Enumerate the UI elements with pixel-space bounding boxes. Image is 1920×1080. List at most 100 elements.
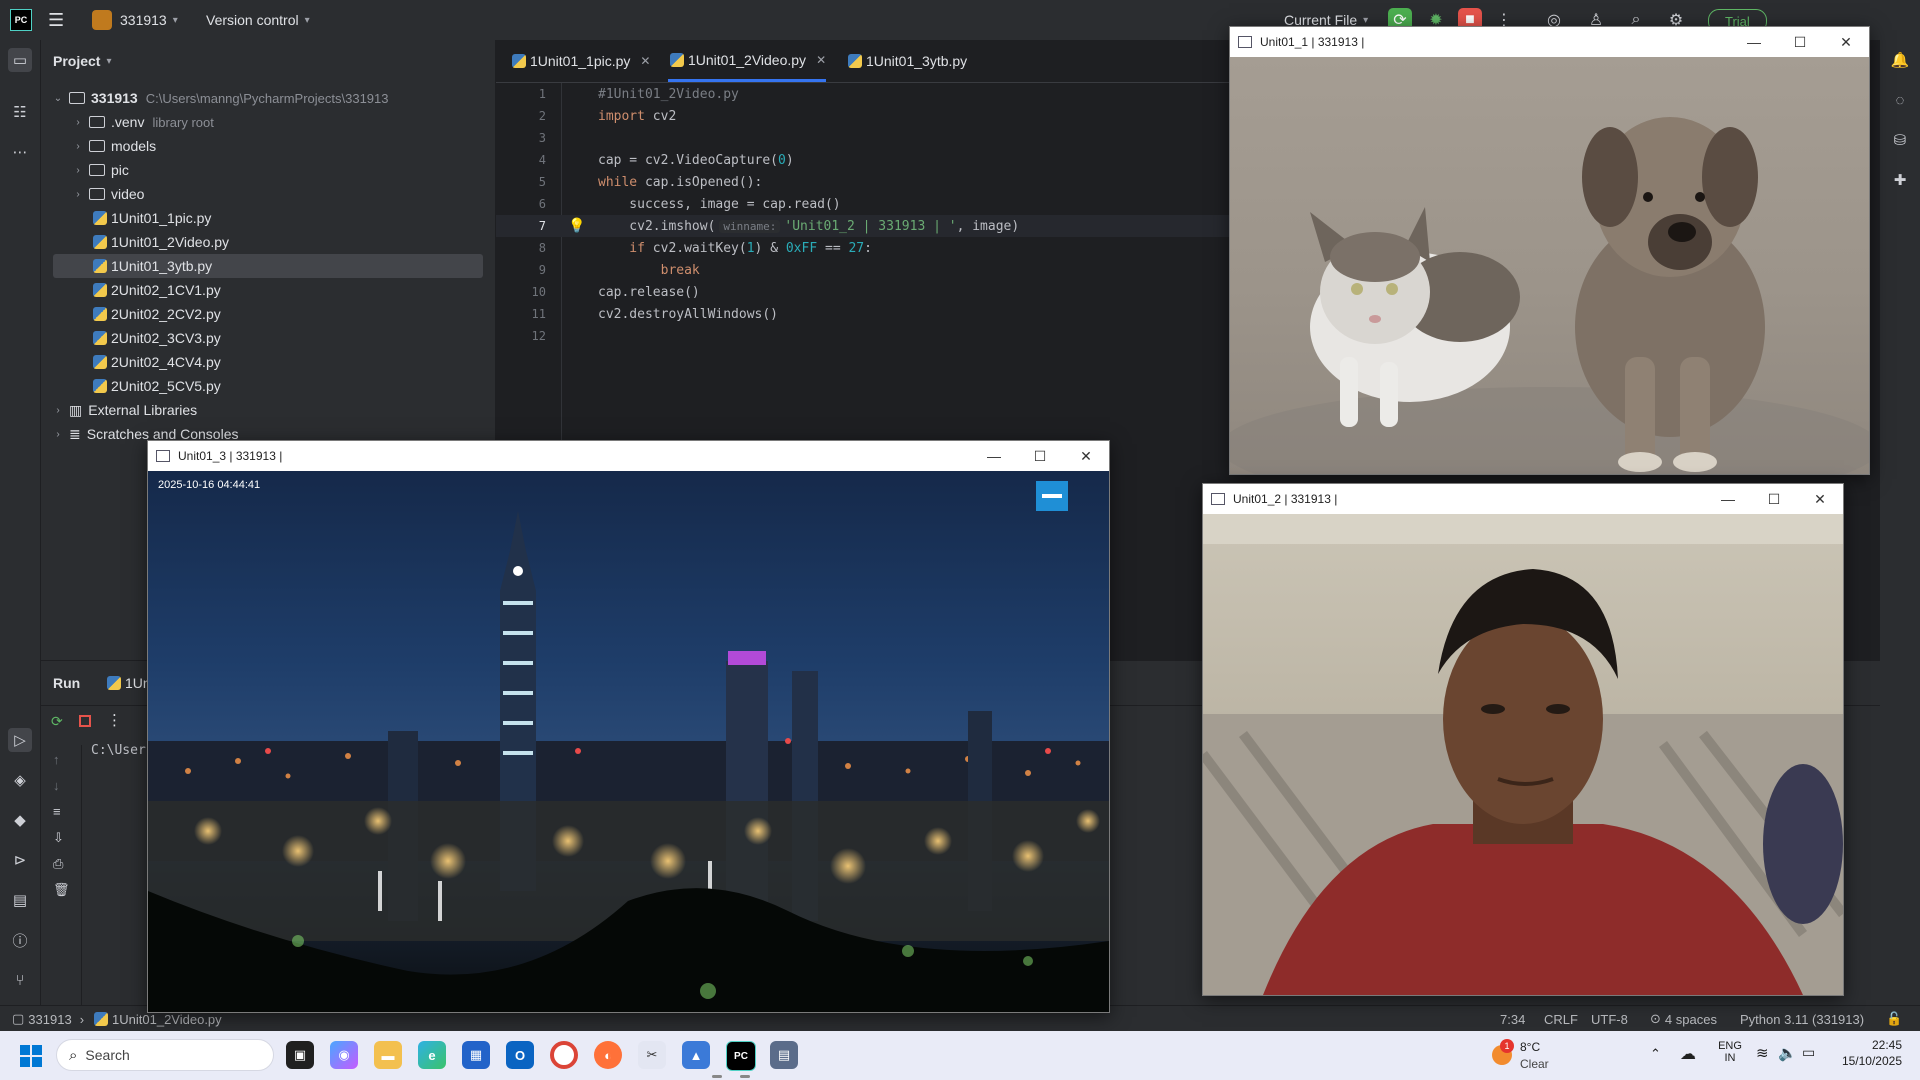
indent-setting[interactable]: ⊙ 4 spaces: [1650, 1006, 1717, 1032]
cv-window-unit01-3[interactable]: Unit01_3 | 331913 | — ☐ ✕ 2025-10-16 04:…: [147, 440, 1110, 1013]
copilot-icon[interactable]: ◉: [330, 1041, 358, 1069]
main-menu-icon[interactable]: ☰: [48, 0, 64, 40]
tab-1unit01-1pic[interactable]: 1Unit01_1pic.py ✕: [510, 40, 650, 82]
ai-chat-icon[interactable]: ◌: [1888, 88, 1912, 112]
line-separator[interactable]: CRLF: [1544, 1006, 1578, 1032]
down-arrow-icon[interactable]: ↓: [53, 773, 70, 799]
code-line[interactable]: 10 cap.release(): [496, 281, 1231, 303]
run-tab[interactable]: 1Un: [105, 675, 151, 691]
layers-icon[interactable]: ◆: [8, 808, 32, 832]
code-line[interactable]: 3: [496, 127, 1231, 149]
notifications-icon[interactable]: 🔔: [1888, 48, 1912, 72]
file-explorer-icon[interactable]: ▬: [374, 1041, 402, 1069]
trash-icon[interactable]: 🗑: [53, 877, 70, 903]
code-line[interactable]: 1 #1Unit01_2Video.py: [496, 83, 1231, 105]
tree-item-file[interactable]: 1Unit01_2Video.py: [91, 230, 531, 254]
weather-widget-icon[interactable]: 1: [1488, 1039, 1516, 1067]
chrome-icon[interactable]: [550, 1041, 578, 1069]
project-folder-icon[interactable]: ▭: [8, 48, 32, 72]
plugins-icon[interactable]: ✚: [1888, 168, 1912, 192]
minimize-icon[interactable]: —: [1705, 484, 1751, 514]
weather-desc[interactable]: Clear: [1520, 1057, 1549, 1071]
minimize-icon[interactable]: —: [1731, 27, 1777, 57]
caret-position[interactable]: 7:34: [1500, 1006, 1525, 1032]
file-encoding[interactable]: UTF-8: [1591, 1006, 1628, 1032]
version-control-menu[interactable]: Version control ▾: [206, 0, 310, 40]
chevron-up-icon[interactable]: ⌃: [1650, 1046, 1661, 1062]
cv-window-unit01-2[interactable]: Unit01_2 | 331913 | — ☐ ✕: [1202, 483, 1844, 996]
console-output[interactable]: C:\User: [91, 743, 146, 758]
code-line[interactable]: 11 cv2.destroyAllWindows(): [496, 303, 1231, 325]
minimize-icon[interactable]: —: [971, 441, 1017, 471]
code-line[interactable]: 8 if cv2.waitKey(1) & 0xFF == 27:: [496, 237, 1231, 259]
tree-item-venv[interactable]: › .venv library root: [71, 110, 511, 134]
python-interpreter[interactable]: Python 3.11 (331913): [1740, 1006, 1864, 1032]
code-line[interactable]: 4 cap = cv2.VideoCapture(0): [496, 149, 1231, 171]
maximize-icon[interactable]: ☐: [1751, 484, 1797, 514]
cv-window-unit01-1[interactable]: Unit01_1 | 331913 | — ☐ ✕: [1229, 26, 1870, 475]
python-window-icon[interactable]: ▤: [770, 1041, 798, 1069]
maximize-icon[interactable]: ☐: [1017, 441, 1063, 471]
tree-root[interactable]: ⌄ 331913 C:\Users\manng\PycharmProjects\…: [51, 86, 491, 110]
tree-item-file[interactable]: 2Unit02_4CV4.py: [91, 350, 531, 374]
edge-icon[interactable]: e: [418, 1041, 446, 1069]
tree-item-file[interactable]: 2Unit02_1CV1.py: [91, 278, 531, 302]
tree-item-file[interactable]: 2Unit02_3CV3.py: [91, 326, 531, 350]
run-tool-icon[interactable]: ▷: [8, 728, 32, 752]
tree-item-file-selected[interactable]: 1Unit01_3ytb.py: [53, 254, 483, 278]
photos-icon[interactable]: ▲: [682, 1041, 710, 1069]
close-icon[interactable]: ✕: [1823, 27, 1869, 57]
code-line[interactable]: 2 import cv2: [496, 105, 1231, 127]
store-icon[interactable]: ▦: [462, 1041, 490, 1069]
python-packages-icon[interactable]: ◈: [8, 768, 32, 792]
terminal-icon[interactable]: ▤: [8, 888, 32, 912]
code-line[interactable]: 6 success, image = cap.read(): [496, 193, 1231, 215]
code-line[interactable]: 9 break: [496, 259, 1231, 281]
outlook-icon[interactable]: O: [506, 1041, 534, 1069]
weather-temp[interactable]: 8°C: [1520, 1040, 1540, 1054]
structure-icon[interactable]: ☷: [8, 100, 32, 124]
tree-item-video[interactable]: › video: [71, 182, 511, 206]
tree-item-external-libraries[interactable]: › ▥ External Libraries: [51, 398, 491, 422]
tree-item-file[interactable]: 2Unit02_2CV2.py: [91, 302, 531, 326]
snipping-tool-icon[interactable]: ✂: [638, 1041, 666, 1069]
window-titlebar[interactable]: Unit01_3 | 331913 | — ☐ ✕: [148, 441, 1109, 471]
code-line[interactable]: 12: [496, 325, 1231, 347]
intention-bulb-icon[interactable]: 💡: [568, 217, 585, 234]
close-icon[interactable]: ✕: [816, 53, 826, 67]
close-icon[interactable]: ✕: [1797, 484, 1843, 514]
window-titlebar[interactable]: Unit01_2 | 331913 | — ☐ ✕: [1203, 484, 1843, 514]
task-view-icon[interactable]: ▣: [286, 1041, 314, 1069]
rerun-icon[interactable]: ⟳: [51, 713, 63, 730]
project-panel-header[interactable]: Project ▾: [53, 40, 112, 82]
tree-item-models[interactable]: › models: [71, 134, 511, 158]
firefox-icon[interactable]: ◐: [594, 1041, 622, 1069]
tree-item-file[interactable]: 1Unit01_1pic.py: [91, 206, 531, 230]
code-line[interactable]: 5 while cap.isOpened():: [496, 171, 1231, 193]
tree-item-file[interactable]: 2Unit02_5CV5.py: [91, 374, 531, 398]
up-arrow-icon[interactable]: ↑: [53, 747, 70, 773]
scroll-to-end-icon[interactable]: ⇩: [53, 825, 70, 851]
onedrive-icon[interactable]: ☁: [1680, 1044, 1696, 1064]
tree-item-pic[interactable]: › pic: [71, 158, 511, 182]
project-switcher[interactable]: 331913 ▾: [92, 0, 178, 40]
pycharm-logo[interactable]: PC: [10, 0, 32, 40]
maximize-icon[interactable]: ☐: [1777, 27, 1823, 57]
pycharm-taskbar-icon[interactable]: PC: [726, 1041, 756, 1071]
stop-icon[interactable]: [79, 715, 91, 727]
database-icon[interactable]: ⛁: [1888, 128, 1912, 152]
volume-icon[interactable]: 🔈: [1778, 1044, 1797, 1062]
battery-icon[interactable]: ▭: [1802, 1044, 1815, 1061]
wifi-icon[interactable]: ≋: [1756, 1044, 1769, 1062]
tab-1unit01-2video[interactable]: 1Unit01_2Video.py ✕: [668, 40, 827, 82]
close-icon[interactable]: ✕: [1063, 441, 1109, 471]
close-icon[interactable]: ✕: [640, 54, 650, 68]
more-actions-icon[interactable]: ⋮: [107, 711, 122, 729]
language-indicator[interactable]: ENG IN: [1716, 1040, 1744, 1064]
code-line-current[interactable]: 7 cv2.imshow(winname: 'Unit01_2 | 331913 …: [496, 215, 1231, 237]
more-tools-icon[interactable]: ⋯: [8, 140, 32, 164]
soft-wrap-icon[interactable]: ≡: [53, 799, 70, 825]
lock-icon[interactable]: 🔓: [1886, 1006, 1902, 1032]
print-icon[interactable]: ⎙: [53, 851, 70, 877]
windows-start-icon[interactable]: [20, 1045, 42, 1067]
